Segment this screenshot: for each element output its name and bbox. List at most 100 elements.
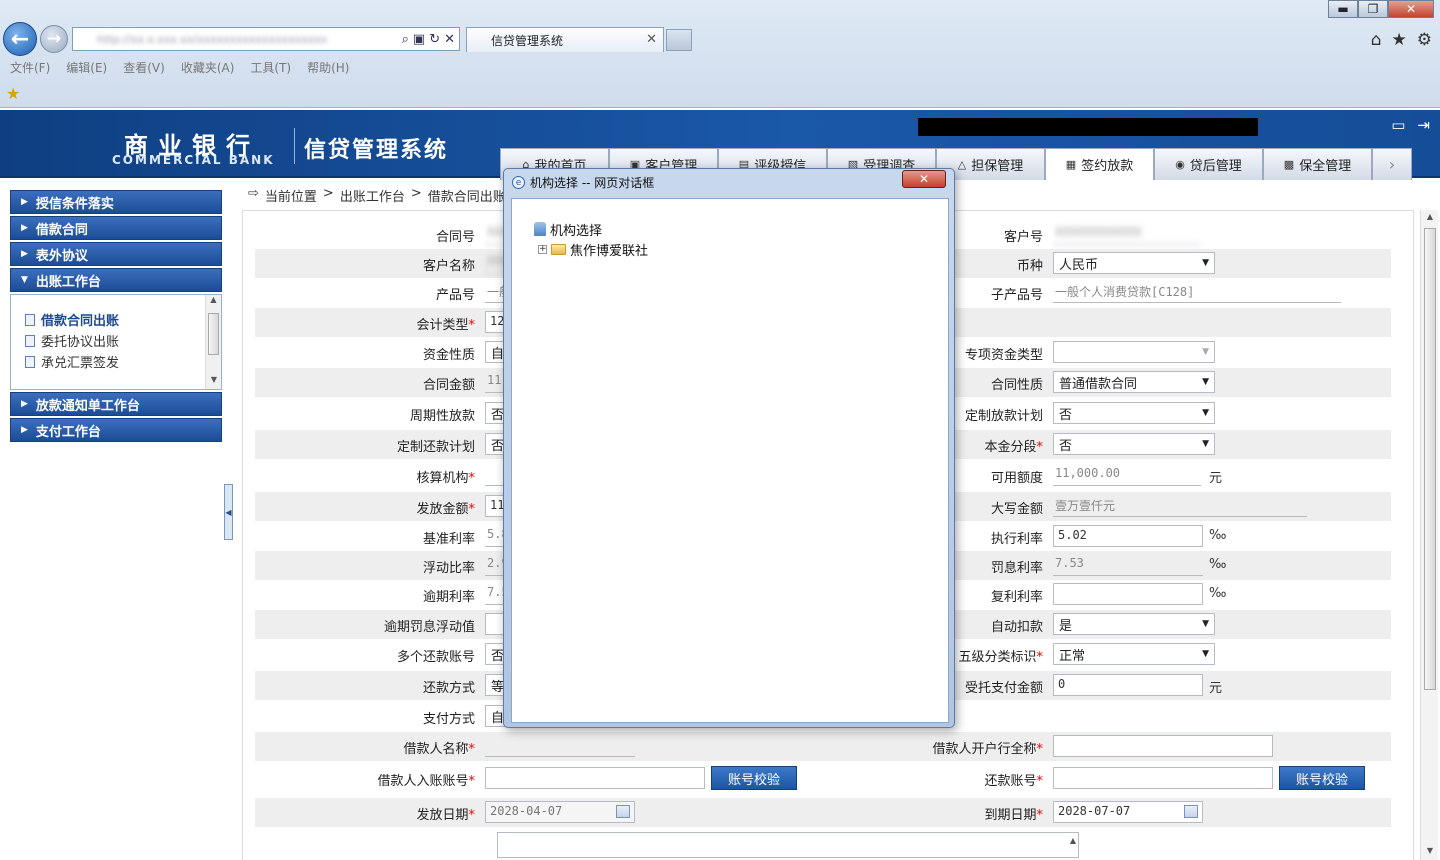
scroll-thumb[interactable]: [208, 313, 219, 355]
label-disbursement-date: 发放日期*: [416, 808, 475, 823]
address-bar[interactable]: http://xx.x.xxx.xx/xxxxxxxxxxxxxxxxxxxx …: [72, 27, 460, 51]
forward-button[interactable]: →: [40, 25, 68, 53]
logout-icon[interactable]: ⇥: [1417, 116, 1430, 134]
label-borrower-account: 借款人入账账号*: [377, 774, 475, 789]
principal-segment-select[interactable]: 否 ▼: [1053, 433, 1215, 455]
gear-icon[interactable]: ⚙: [1417, 30, 1432, 50]
caret-right-icon: ▶: [21, 399, 28, 409]
sidebar-item-payment-desk[interactable]: ▶ 支付工作台: [10, 418, 222, 442]
contract-nature-select[interactable]: 普通借款合同 ▼: [1053, 371, 1215, 393]
back-button[interactable]: ←: [3, 22, 37, 56]
tree-node[interactable]: + 焦作博爱联社: [534, 239, 648, 259]
sidebar-item-disbursement-desk[interactable]: ▼ 出账工作台: [10, 268, 222, 292]
scroll-down-icon[interactable]: ▼: [206, 375, 222, 389]
tab-preservation[interactable]: ▩ 保全管理: [1263, 148, 1372, 180]
expand-plus-icon[interactable]: +: [538, 244, 547, 254]
label-customer-name: 客户名称: [422, 259, 475, 274]
tab-post-loan[interactable]: ◉ 贷后管理: [1154, 148, 1263, 180]
refresh-icon[interactable]: ↻: [429, 32, 440, 47]
label-multi-repayment-account: 多个还款账号: [396, 650, 475, 665]
five-level-class-select[interactable]: 正常 ▼: [1053, 643, 1215, 665]
add-favorites-icon[interactable]: ★: [6, 84, 20, 103]
scroll-thumb[interactable]: [1424, 228, 1436, 690]
redacted-bar: [918, 118, 1258, 136]
menu-help[interactable]: 帮助(H): [307, 57, 357, 77]
compound-rate-input[interactable]: [1053, 583, 1203, 605]
tree-root-label: 机构选择: [550, 223, 603, 239]
verify-account-button-right[interactable]: 账号校验: [1279, 766, 1365, 790]
submenu-contract-disbursement[interactable]: 借款合同出账: [25, 309, 221, 330]
caret-left-icon: ◀: [225, 507, 232, 517]
tab-contract-loan[interactable]: ▦ 签约放款: [1045, 148, 1154, 180]
breadcrumb-item[interactable]: 出账工作台: [340, 186, 405, 205]
tree-node-label[interactable]: 焦作博爱联社: [570, 240, 648, 259]
submenu-scrollbar[interactable]: ▲ ▼: [205, 295, 221, 389]
label-borrower-bank: 借款人开户行全称*: [932, 742, 1043, 757]
remark-textarea[interactable]: ▲: [497, 832, 1079, 858]
dialog-title-bar: e 机构选择 -- 网页对话框: [512, 174, 654, 191]
scroll-up-icon[interactable]: ▲: [1070, 836, 1076, 845]
auto-debit-select[interactable]: 是 ▼: [1053, 613, 1215, 635]
nav-more-button[interactable]: ›: [1372, 148, 1412, 180]
menu-file[interactable]: 文件(F): [10, 57, 58, 77]
compat-icon[interactable]: ▣: [413, 32, 425, 47]
verify-account-button-left[interactable]: 账号校验: [711, 766, 797, 790]
customer-no-field: XXXXXXXXXXXX: [1053, 223, 1201, 245]
tab-close-icon[interactable]: ✕: [646, 32, 657, 47]
sidebar-item-loan-contract[interactable]: ▶ 借款合同: [10, 216, 222, 240]
label-accounting-org: 核算机构*: [416, 471, 475, 486]
caret-right-icon: ▶: [21, 223, 28, 233]
sidebar-item-label: 支付工作台: [35, 424, 101, 440]
special-fund-type-select[interactable]: ▼: [1053, 341, 1215, 363]
entrusted-payment-amount-input[interactable]: 0: [1053, 674, 1203, 696]
favorites-star-icon[interactable]: ★: [1392, 30, 1407, 50]
label-payment-method: 支付方式: [422, 712, 475, 727]
label-custom-repayment-plan: 定制还款计划: [396, 440, 475, 455]
address-url: http://xx.x.xxx.xx/xxxxxxxxxxxxxxxxxxxx: [97, 32, 328, 46]
repayment-account-input[interactable]: [1053, 767, 1273, 789]
org-select-dialog: e 机构选择 -- 网页对话框 ✕ 机构选择 + 焦作博爱联社: [503, 168, 955, 728]
menu-favorites[interactable]: 收藏夹(A): [181, 57, 243, 77]
search-icon[interactable]: ⌕: [402, 32, 409, 47]
minimize-button[interactable]: ▬: [1328, 0, 1358, 18]
menu-tools[interactable]: 工具(T): [250, 57, 299, 77]
tree-root[interactable]: 机构选择: [534, 219, 648, 239]
dialog-close-button[interactable]: ✕: [902, 170, 946, 188]
browser-tab[interactable]: 信贷管理系统 ✕: [466, 27, 664, 52]
sidebar-item-label: 出账工作台: [35, 274, 101, 290]
execution-rate-input[interactable]: 5.02: [1053, 525, 1203, 547]
due-date-input[interactable]: 2028-07-07: [1053, 801, 1203, 823]
sidebar-item-credit-conditions[interactable]: ▶ 授信条件落实: [10, 190, 222, 214]
calendar-icon[interactable]: [1184, 805, 1198, 818]
sidebar-item-off-balance[interactable]: ▶ 表外协议: [10, 242, 222, 266]
monitor-icon[interactable]: ▭: [1391, 116, 1405, 134]
stop-icon[interactable]: ✕: [444, 32, 455, 47]
borrower-bank-input[interactable]: [1053, 735, 1273, 757]
scroll-down-icon[interactable]: ▼: [1421, 846, 1439, 855]
home-icon[interactable]: ⌂: [1371, 30, 1382, 50]
page-scrollbar[interactable]: ▲ ▼: [1420, 210, 1438, 860]
label-overdue-penalty-float: 逾期罚息浮动值: [383, 620, 475, 635]
warning-icon: △: [957, 158, 967, 171]
scroll-up-icon[interactable]: ▲: [1421, 212, 1439, 221]
sidebar-item-notice-desk[interactable]: ▶ 放款通知单工作台: [10, 392, 222, 416]
new-tab-button[interactable]: [666, 29, 692, 51]
breadcrumb-prefix: 当前位置: [264, 190, 317, 205]
caret-down-icon: ▼: [21, 275, 28, 285]
window-close-button[interactable]: ✕: [1388, 0, 1434, 18]
scroll-up-icon[interactable]: ▲: [206, 295, 221, 309]
sidebar-collapse-handle[interactable]: ◀: [224, 484, 233, 540]
menu-edit[interactable]: 编辑(E): [66, 57, 115, 77]
restore-button[interactable]: ❐: [1358, 0, 1388, 18]
penalty-rate-field: 7.53: [1053, 554, 1203, 576]
dropdown-arrow-icon: ▼: [1202, 258, 1209, 268]
borrower-account-input[interactable]: [485, 767, 705, 789]
calendar-icon[interactable]: [616, 805, 630, 818]
menu-view[interactable]: 查看(V): [123, 57, 173, 77]
disbursement-date-input[interactable]: 2028-04-07: [485, 801, 635, 823]
currency-select[interactable]: 人民币 ▼: [1053, 252, 1215, 274]
form-row: 借款人入账账号* 账号校验 还款账号* 账号校验: [255, 764, 1391, 793]
submenu-entrusted-disbursement[interactable]: 委托协议出账: [25, 330, 221, 351]
submenu-acceptance-bill[interactable]: 承兑汇票签发: [25, 351, 221, 372]
custom-disbursement-plan-select[interactable]: 否 ▼: [1053, 402, 1215, 424]
